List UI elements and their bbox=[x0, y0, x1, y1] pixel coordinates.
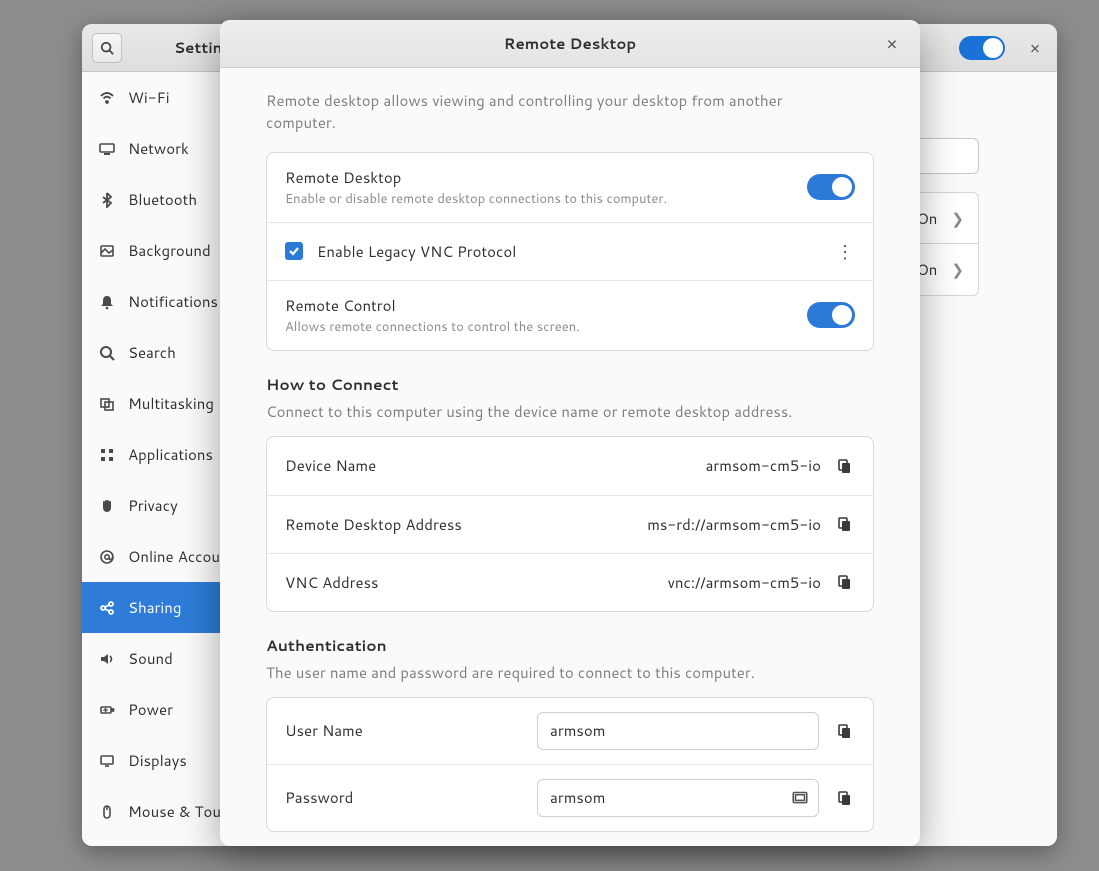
share-icon bbox=[96, 600, 118, 616]
display-icon bbox=[96, 753, 118, 769]
dialog-body: Remote desktop allows viewing and contro… bbox=[220, 68, 920, 846]
copy-username[interactable] bbox=[833, 720, 855, 742]
reveal-icon bbox=[791, 788, 809, 806]
row-label: VNC Address bbox=[285, 572, 668, 593]
copy-device-name[interactable] bbox=[833, 455, 855, 477]
legacy-vnc-checkbox[interactable] bbox=[285, 242, 303, 260]
network-icon bbox=[96, 141, 118, 157]
vnc-address-value: vnc://armsom-cm5-io bbox=[668, 572, 821, 593]
connect-card: Device Name armsom-cm5-io Remote Desktop… bbox=[266, 436, 874, 612]
copy-icon bbox=[836, 574, 852, 590]
dialog-header: Remote Desktop × bbox=[220, 20, 920, 68]
remote-control-toggle[interactable] bbox=[807, 302, 855, 328]
sidebar-item-label: Applications bbox=[128, 444, 213, 465]
row-label: User Name bbox=[285, 720, 537, 741]
search-button[interactable] bbox=[92, 33, 122, 63]
dialog-close[interactable]: × bbox=[880, 30, 904, 56]
rd-address-row: Remote Desktop Address ms-rd://armsom-cm… bbox=[267, 495, 873, 553]
chevron-right-icon: ❯ bbox=[951, 259, 964, 280]
check-icon bbox=[288, 245, 300, 257]
sidebar-item-label: Network bbox=[128, 138, 189, 159]
remote-desktop-toggle-row: Remote Desktop Enable or disable remote … bbox=[267, 153, 873, 222]
auth-card: User Name Password bbox=[266, 697, 874, 832]
toggles-card: Remote Desktop Enable or disable remote … bbox=[266, 152, 874, 351]
copy-icon bbox=[836, 458, 852, 474]
copy-icon bbox=[836, 516, 852, 532]
vnc-options-button[interactable]: ⋮ bbox=[835, 238, 855, 264]
bell-icon bbox=[96, 294, 118, 310]
password-input[interactable] bbox=[537, 779, 819, 817]
username-row: User Name bbox=[267, 698, 873, 764]
grid-icon bbox=[96, 447, 118, 463]
settings-close[interactable]: × bbox=[1023, 36, 1047, 60]
copy-icon bbox=[836, 790, 852, 806]
speaker-icon bbox=[96, 651, 118, 667]
bluetooth-icon bbox=[96, 192, 118, 208]
sidebar-item-label: Notifications bbox=[128, 291, 218, 312]
search-icon bbox=[96, 345, 118, 361]
sidebar-item-label: Privacy bbox=[128, 495, 178, 516]
sidebar-item-label: Displays bbox=[128, 750, 187, 771]
sidebar-item-label: Background bbox=[128, 240, 211, 261]
row-subtitle: Enable or disable remote desktop connect… bbox=[285, 190, 807, 208]
intro-text: Remote desktop allows viewing and contro… bbox=[266, 90, 786, 134]
mouse-icon bbox=[96, 804, 118, 820]
remote-control-row: Remote Control Allows remote connections… bbox=[267, 280, 873, 350]
row-label: Password bbox=[285, 787, 537, 808]
sidebar-item-label: Sound bbox=[128, 648, 173, 669]
row-subtitle: Allows remote connections to control the… bbox=[285, 318, 807, 336]
sidebar-item-label: Wi-Fi bbox=[128, 87, 170, 108]
vnc-address-row: VNC Address vnc://armsom-cm5-io bbox=[267, 553, 873, 611]
row-title: Remote Desktop bbox=[285, 167, 807, 188]
copy-rd-address[interactable] bbox=[833, 513, 855, 535]
reveal-password-button[interactable] bbox=[791, 788, 809, 806]
copy-vnc-address[interactable] bbox=[833, 571, 855, 593]
legacy-vnc-row: Enable Legacy VNC Protocol ⋮ bbox=[267, 222, 873, 280]
how-to-connect-desc: Connect to this computer using the devic… bbox=[266, 401, 874, 422]
battery-icon bbox=[96, 702, 118, 718]
password-row: Password bbox=[267, 764, 873, 831]
device-name-row: Device Name armsom-cm5-io bbox=[267, 437, 873, 495]
sidebar-item-label: Sharing bbox=[128, 597, 181, 618]
chevron-right-icon: ❯ bbox=[951, 208, 964, 229]
dialog-title: Remote Desktop bbox=[504, 33, 637, 54]
sidebar-item-label: Power bbox=[128, 699, 173, 720]
rd-address-value: ms-rd://armsom-cm5-io bbox=[647, 514, 821, 535]
device-name-value: armsom-cm5-io bbox=[706, 455, 821, 476]
hand-icon bbox=[96, 498, 118, 514]
auth-heading: Authentication bbox=[266, 634, 874, 656]
remote-desktop-toggle[interactable] bbox=[807, 174, 855, 200]
row-title: Remote Control bbox=[285, 295, 807, 316]
sidebar-item-label: Multitasking bbox=[128, 393, 214, 414]
search-icon bbox=[100, 41, 114, 55]
at-icon bbox=[96, 549, 118, 565]
row-title: Enable Legacy VNC Protocol bbox=[317, 241, 835, 262]
sidebar-item-label: Bluetooth bbox=[128, 189, 197, 210]
multitask-icon bbox=[96, 396, 118, 412]
row-label: Remote Desktop Address bbox=[285, 514, 647, 535]
auth-desc: The user name and password are required … bbox=[266, 662, 874, 683]
remote-desktop-dialog: Remote Desktop × Remote desktop allows v… bbox=[220, 20, 920, 846]
background-icon bbox=[96, 243, 118, 259]
sharing-master-toggle[interactable] bbox=[959, 36, 1005, 60]
wifi-icon bbox=[96, 90, 118, 106]
copy-password[interactable] bbox=[833, 787, 855, 809]
username-input[interactable] bbox=[537, 712, 819, 750]
row-label: Device Name bbox=[285, 455, 706, 476]
copy-icon bbox=[836, 723, 852, 739]
sidebar-item-label: Search bbox=[128, 342, 176, 363]
how-to-connect-heading: How to Connect bbox=[266, 373, 874, 395]
